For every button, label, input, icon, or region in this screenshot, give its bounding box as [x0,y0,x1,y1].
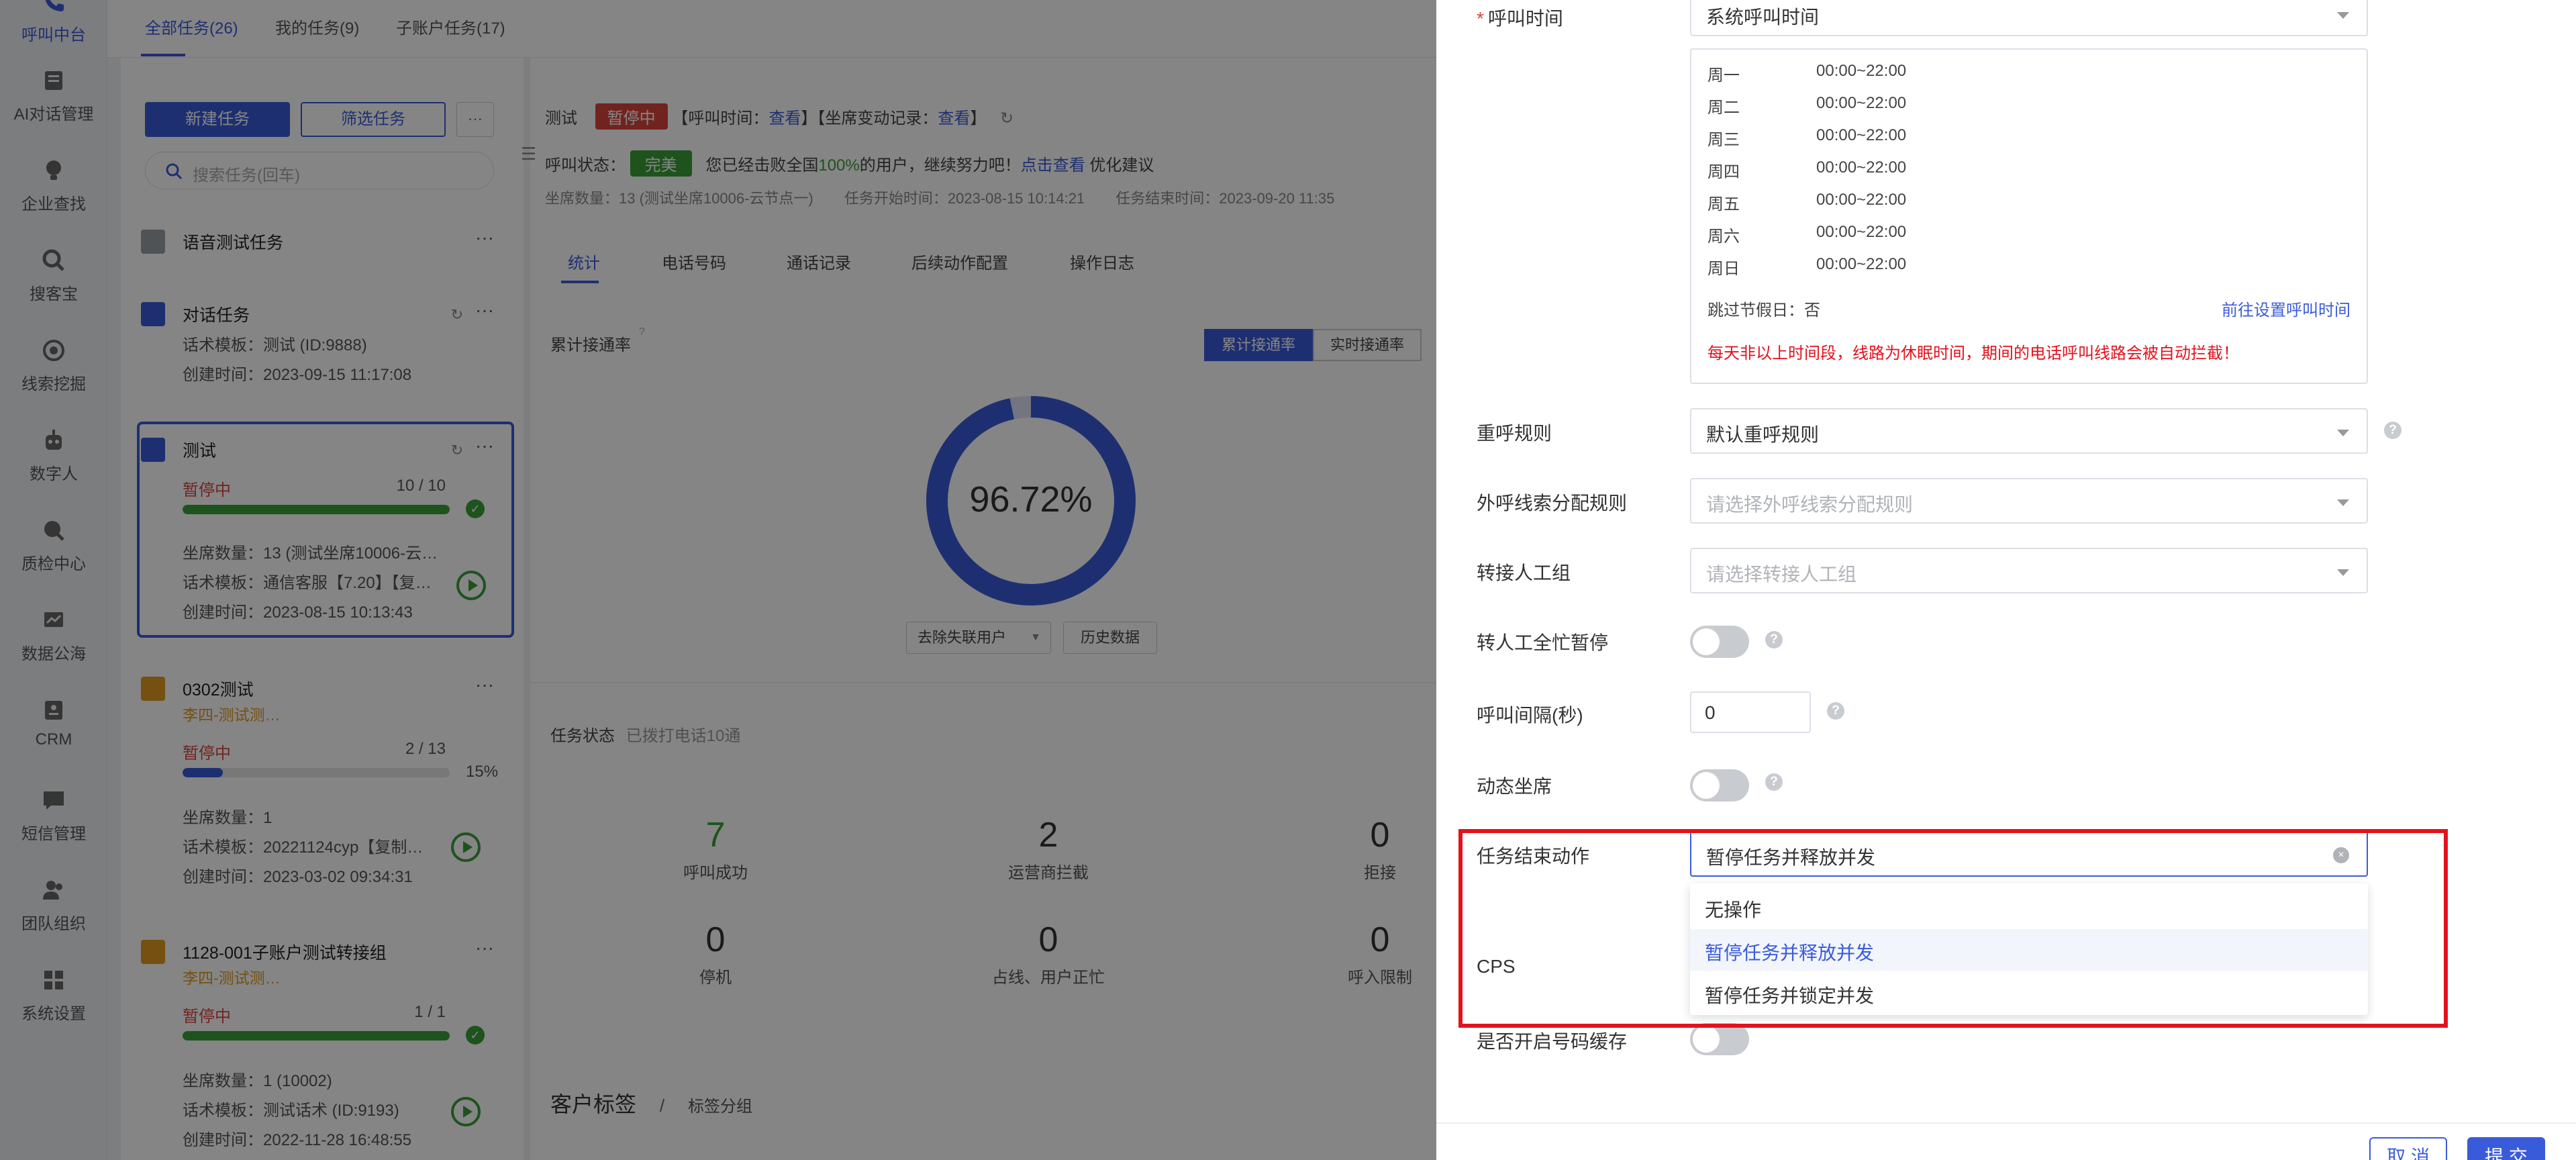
help-icon[interactable]: ? [1765,631,1783,648]
help-icon[interactable]: ? [1827,702,1844,720]
transfer-group-label: 转接人工组 [1477,563,1571,583]
redial-rule-label: 重呼规则 [1477,423,1552,444]
busy-pause-toggle[interactable] [1690,626,1749,658]
busy-pause-label: 转人工全忙暂停 [1477,632,1609,653]
call-interval-input[interactable]: 0 [1690,691,1811,733]
dynamic-seat-toggle[interactable] [1690,769,1749,802]
chevron-down-icon [2337,499,2349,506]
redial-rule-select[interactable]: 默认重呼规则 [1690,408,2368,454]
chevron-down-icon [2337,569,2349,576]
number-cache-toggle[interactable] [1690,1023,1749,1055]
call-schedule-box: 周一 00:00~22:00 周二 00:00~22:00 周三 00:00~22:0… [1690,48,2368,384]
chevron-down-icon [2337,12,2349,19]
outbound-rule-label: 外呼线索分配规则 [1477,493,1628,514]
call-time-label: * 呼叫时间 [1477,8,1563,29]
cancel-button[interactable]: 取 消 [2369,1137,2447,1160]
sleep-time-warning: 每天非以上时间段，线路为休眠时间，期间的电话呼叫线路会被自动拦截！ [1707,344,2239,362]
drawer-footer-divider [1436,1122,2576,1124]
goto-call-time-setting-link[interactable]: 前往设置呼叫时间 [2222,297,2350,320]
transfer-group-select[interactable]: 请选择转接人工组 [1690,548,2368,593]
skip-holiday-text: 跳过节假日：否 [1707,301,1820,320]
call-interval-label: 呼叫间隔(秒) [1477,705,1583,726]
submit-button[interactable]: 提 交 [2467,1137,2545,1160]
outbound-rule-select[interactable]: 请选择外呼线索分配规则 [1690,478,2368,524]
chevron-down-icon [2337,430,2349,436]
help-icon[interactable]: ? [1765,773,1783,791]
dynamic-seat-label: 动态坐席 [1477,776,1552,797]
modal-overlay[interactable] [0,0,1436,1160]
annotation-highlight-box [1458,829,2448,1028]
number-cache-label: 是否开启号码缓存 [1477,1031,1628,1052]
call-time-select[interactable]: 系统呼叫时间 [1690,0,2368,36]
help-icon[interactable]: ? [2384,422,2401,439]
